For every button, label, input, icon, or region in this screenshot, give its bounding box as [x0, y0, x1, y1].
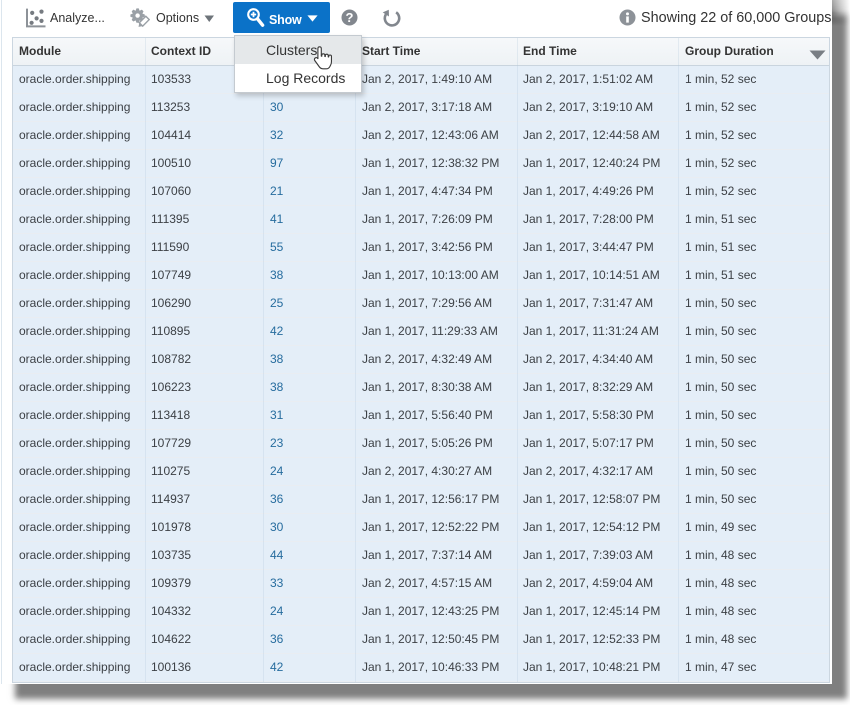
svg-text:?: ? — [346, 10, 354, 25]
